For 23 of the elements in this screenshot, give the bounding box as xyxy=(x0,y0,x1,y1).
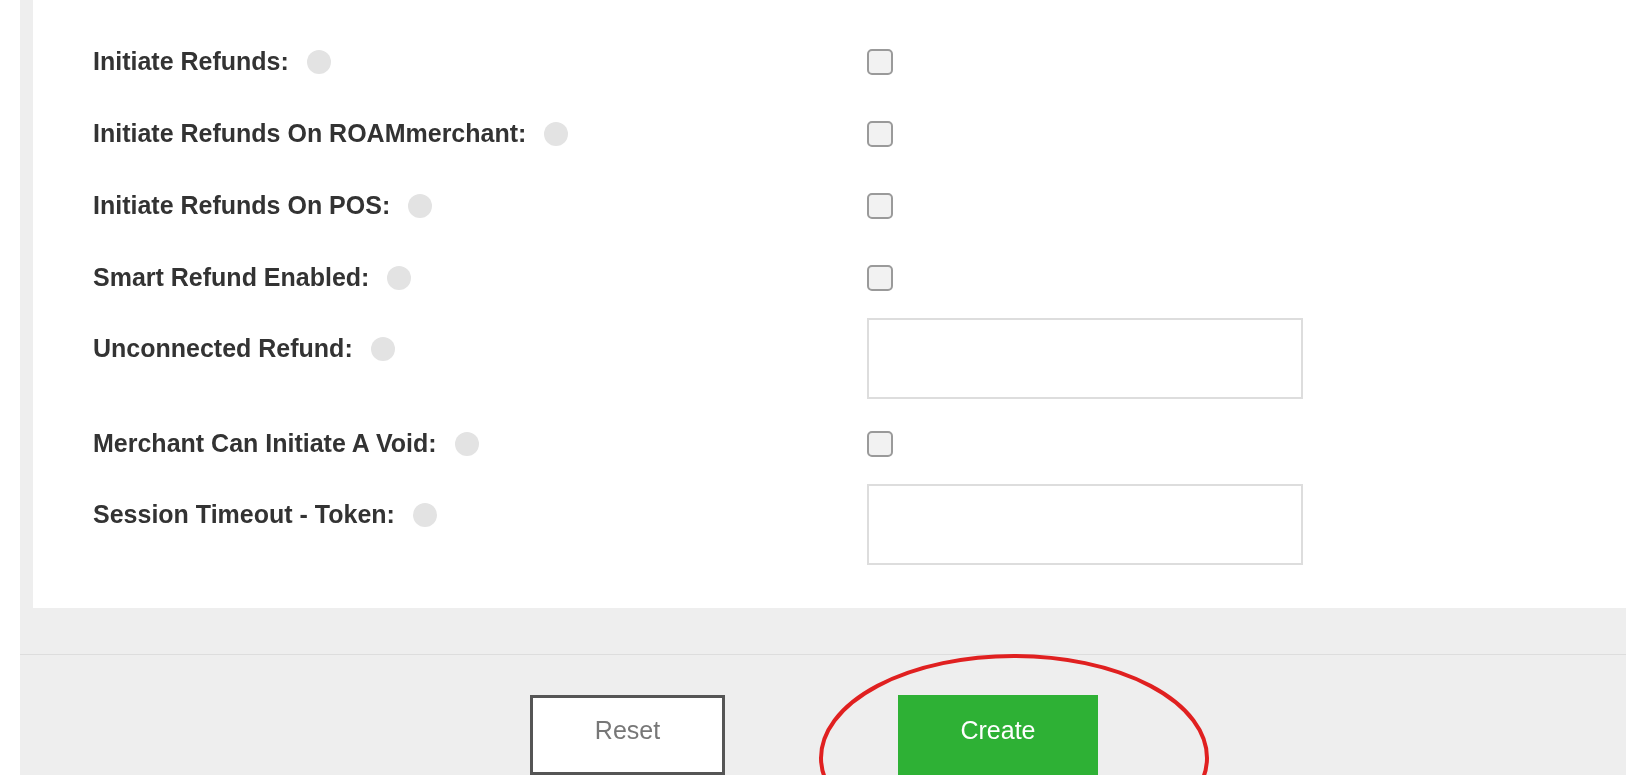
reset-button[interactable]: Reset xyxy=(530,695,725,775)
checkbox[interactable] xyxy=(867,193,893,219)
field-label: Merchant Can Initiate A Void: xyxy=(93,428,437,460)
info-icon[interactable] xyxy=(306,50,331,74)
info-icon[interactable] xyxy=(544,122,569,146)
create-button[interactable]: Create xyxy=(898,695,1098,775)
info-icon[interactable] xyxy=(387,266,412,290)
input-field[interactable] xyxy=(867,484,1303,565)
field-label: Unconnected Refund: xyxy=(93,333,353,364)
checkbox[interactable] xyxy=(867,49,893,75)
field-label: Session Timeout - Token: xyxy=(93,499,395,530)
field-label: Initiate Refunds On ROAMmerchant: xyxy=(93,118,527,150)
info-icon[interactable] xyxy=(454,432,479,456)
info-icon[interactable] xyxy=(412,502,437,527)
info-icon[interactable] xyxy=(370,336,395,361)
info-icon[interactable] xyxy=(408,194,433,218)
input-field[interactable] xyxy=(867,318,1303,399)
field-label: Initiate Refunds On POS: xyxy=(93,190,391,222)
checkbox[interactable] xyxy=(867,265,893,291)
checkbox[interactable] xyxy=(867,121,893,147)
checkbox[interactable] xyxy=(867,431,893,457)
field-label: Smart Refund Enabled: xyxy=(93,262,370,294)
field-label: Initiate Refunds: xyxy=(93,46,289,78)
